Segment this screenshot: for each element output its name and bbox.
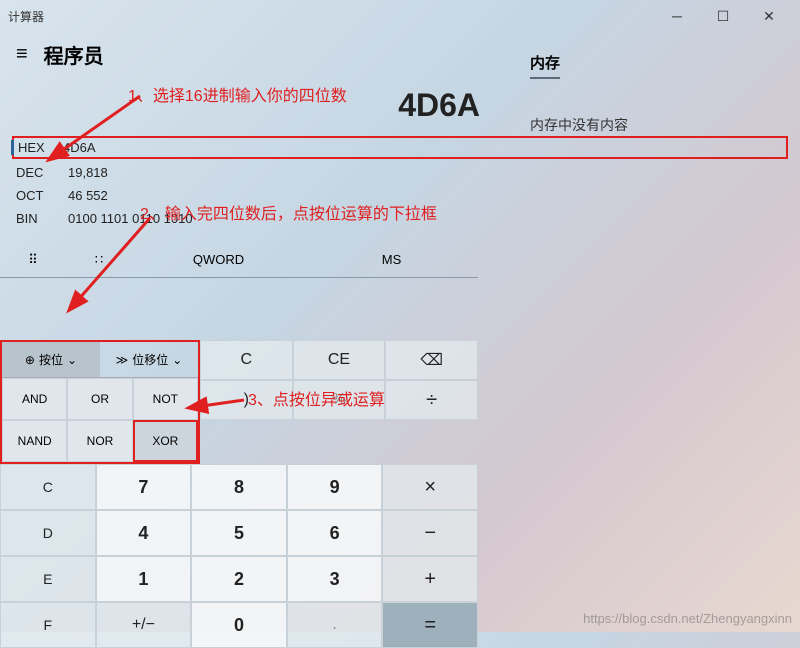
radix-hex-label: HEX (11, 140, 43, 155)
xor-button[interactable]: XOR (133, 420, 198, 462)
watermark: https://blog.csdn.net/Zhengyangxinn (583, 611, 792, 626)
key-negate[interactable]: +/− (96, 602, 192, 648)
mode-title: 程序员 (44, 40, 104, 69)
key-multiply[interactable]: × (382, 464, 478, 510)
bitwise-tab[interactable]: ⊕ 按位 ⌄ (2, 342, 100, 377)
close-button[interactable]: ✕ (746, 0, 792, 32)
key-hex-f[interactable]: F (0, 602, 96, 648)
key-1[interactable]: 1 (96, 556, 192, 602)
key-hex-d[interactable]: D (0, 510, 96, 556)
memory-tab[interactable]: 内存 (530, 52, 560, 79)
not-button[interactable]: NOT (133, 378, 198, 420)
key-6[interactable]: 6 (287, 510, 383, 556)
radix-oct-value: 46 552 (68, 188, 108, 203)
key-equals[interactable]: = (382, 602, 478, 648)
key-c[interactable]: C (200, 340, 293, 380)
bitops-panel: ⊕ 按位 ⌄ ≫ 位移位 ⌄ AND OR NOT NAND NOR XOR (0, 340, 200, 464)
chevron-down-icon: ⌄ (67, 353, 77, 367)
radix-bin-label: BIN (16, 211, 48, 226)
radix-dec-label: DEC (16, 165, 48, 180)
radix-oct-label: OCT (16, 188, 48, 203)
memory-empty-text: 内存中没有内容 (530, 115, 780, 135)
radix-dec-value: 19,818 (68, 165, 108, 180)
key-5[interactable]: 5 (191, 510, 287, 556)
or-button[interactable]: OR (67, 378, 132, 420)
radix-hex[interactable]: HEX 4D6A (12, 136, 788, 159)
radix-dec[interactable]: DEC 19,818 (16, 161, 784, 184)
key-4[interactable]: 4 (96, 510, 192, 556)
key-subtract[interactable]: − (382, 510, 478, 556)
menu-icon[interactable]: ≡ (16, 43, 28, 66)
bit-toggle-icon[interactable]: ∷ (66, 252, 132, 268)
bitwise-tab-label: 按位 (39, 351, 63, 368)
key-7[interactable]: 7 (96, 464, 192, 510)
keypad-icon[interactable]: ⠿ (0, 252, 66, 268)
bitshift-tab-label: 位移位 (132, 351, 168, 368)
key-8[interactable]: 8 (191, 464, 287, 510)
key-ce[interactable]: CE (293, 340, 386, 380)
radix-oct[interactable]: OCT 46 552 (16, 184, 784, 207)
key-rparen[interactable]: ) (200, 380, 293, 420)
key-hex-c[interactable]: C (0, 464, 96, 510)
nor-button[interactable]: NOR (67, 420, 132, 462)
key-3[interactable]: 3 (287, 556, 383, 602)
shift-icon: ≫ (116, 353, 129, 367)
word-size-button[interactable]: QWORD (132, 252, 305, 267)
key-add[interactable]: + (382, 556, 478, 602)
bitwise-icon: ⊕ (25, 353, 35, 367)
maximize-button[interactable]: ☐ (700, 0, 746, 32)
key-divide[interactable]: ÷ (385, 380, 478, 420)
key-dot[interactable]: . (287, 602, 383, 648)
chevron-down-icon: ⌄ (172, 353, 182, 367)
window-title: 计算器 (8, 8, 44, 25)
key-9[interactable]: 9 (287, 464, 383, 510)
radix-bin-value: 0100 1101 0110 1010 (68, 211, 193, 226)
key-backspace[interactable]: ⌫ (385, 340, 478, 380)
memory-store-button[interactable]: MS (305, 252, 478, 267)
key-0[interactable]: 0 (191, 602, 287, 648)
radix-hex-value: 4D6A (63, 140, 96, 155)
bitshift-tab[interactable]: ≫ 位移位 ⌄ (100, 342, 198, 377)
key-2[interactable]: 2 (191, 556, 287, 602)
nand-button[interactable]: NAND (2, 420, 67, 462)
minimize-button[interactable]: ─ (654, 0, 700, 32)
and-button[interactable]: AND (2, 378, 67, 420)
key-hex-e[interactable]: E (0, 556, 96, 602)
radix-bin[interactable]: BIN 0100 1101 0110 1010 (16, 207, 784, 230)
key-mod[interactable]: % (293, 380, 386, 420)
